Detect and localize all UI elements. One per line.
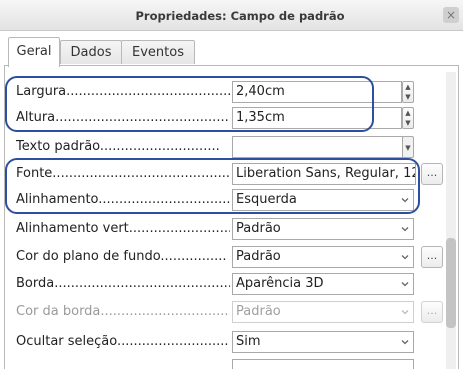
vertical-alignment-value: Padrão <box>236 221 281 236</box>
property-label: Altura..................................… <box>16 110 230 125</box>
dropdown-arrow-icon: ▼ <box>405 144 411 152</box>
next-row-field-partial <box>232 359 414 369</box>
font-field[interactable]: Liberation Sans, Regular, 12 <box>232 163 416 185</box>
close-button[interactable]: × <box>443 7 459 23</box>
property-label: Borda...................................… <box>16 276 230 291</box>
alignment-select[interactable]: Esquerda <box>232 189 414 211</box>
border-color-select[interactable]: Padrão <box>232 301 414 323</box>
property-label: Alinhamento vert........................… <box>16 221 230 236</box>
property-label: Cor da borda............................… <box>16 304 230 319</box>
default-text-field[interactable] <box>232 136 403 158</box>
chevron-down-icon <box>401 340 409 345</box>
background-color-select[interactable]: Padrão <box>232 246 414 268</box>
height-field[interactable]: 1,35cm <box>232 107 402 129</box>
tab-geral[interactable]: Geral <box>8 37 60 67</box>
font-dialog-button[interactable]: ... <box>421 163 443 185</box>
property-label: Ocultar seleção.........................… <box>16 334 229 349</box>
title-bar: Propriedades: Campo de padrão × <box>0 0 463 31</box>
width-spinner[interactable]: ▲ ▼ <box>402 81 414 103</box>
spin-up-icon[interactable]: ▲ <box>403 82 413 92</box>
spin-down-icon[interactable]: ▼ <box>403 118 413 128</box>
property-label: Texto padrão............................… <box>16 139 220 154</box>
scrollbar-thumb[interactable] <box>446 238 456 328</box>
background-color-dialog-button[interactable]: ... <box>421 246 443 268</box>
chevron-down-icon <box>401 227 409 232</box>
spin-down-icon[interactable]: ▼ <box>403 92 413 102</box>
hide-selection-select[interactable]: Sim <box>232 331 414 353</box>
border-select[interactable]: Aparência 3D <box>232 273 414 295</box>
property-label: Largura.................................… <box>16 84 230 99</box>
vertical-alignment-select[interactable]: Padrão <box>232 218 414 240</box>
default-text-dropdown-button[interactable]: ▼ <box>402 136 414 158</box>
hide-selection-value: Sim <box>236 334 261 349</box>
border-value: Aparência 3D <box>236 276 324 291</box>
alignment-value: Esquerda <box>236 192 297 207</box>
chevron-down-icon <box>401 255 409 260</box>
property-label: Fonte...................................… <box>16 166 230 181</box>
window-title: Propriedades: Campo de padrão <box>135 9 345 23</box>
background-color-value: Padrão <box>236 249 281 264</box>
border-color-value: Padrão <box>236 304 281 319</box>
tab-dados[interactable]: Dados <box>60 40 122 64</box>
spin-up-icon[interactable]: ▲ <box>403 108 413 118</box>
property-label: Alinhamento.............................… <box>16 192 230 207</box>
tab-eventos[interactable]: Eventos <box>121 40 195 64</box>
property-label: Cor do plano de fundo................ <box>16 249 227 264</box>
border-color-dialog-button[interactable]: ... <box>421 301 443 323</box>
chevron-down-icon <box>401 310 409 315</box>
chevron-down-icon <box>401 282 409 287</box>
chevron-down-icon <box>401 198 409 203</box>
height-spinner[interactable]: ▲ ▼ <box>402 107 414 129</box>
width-field[interactable]: 2,40cm <box>232 81 402 103</box>
